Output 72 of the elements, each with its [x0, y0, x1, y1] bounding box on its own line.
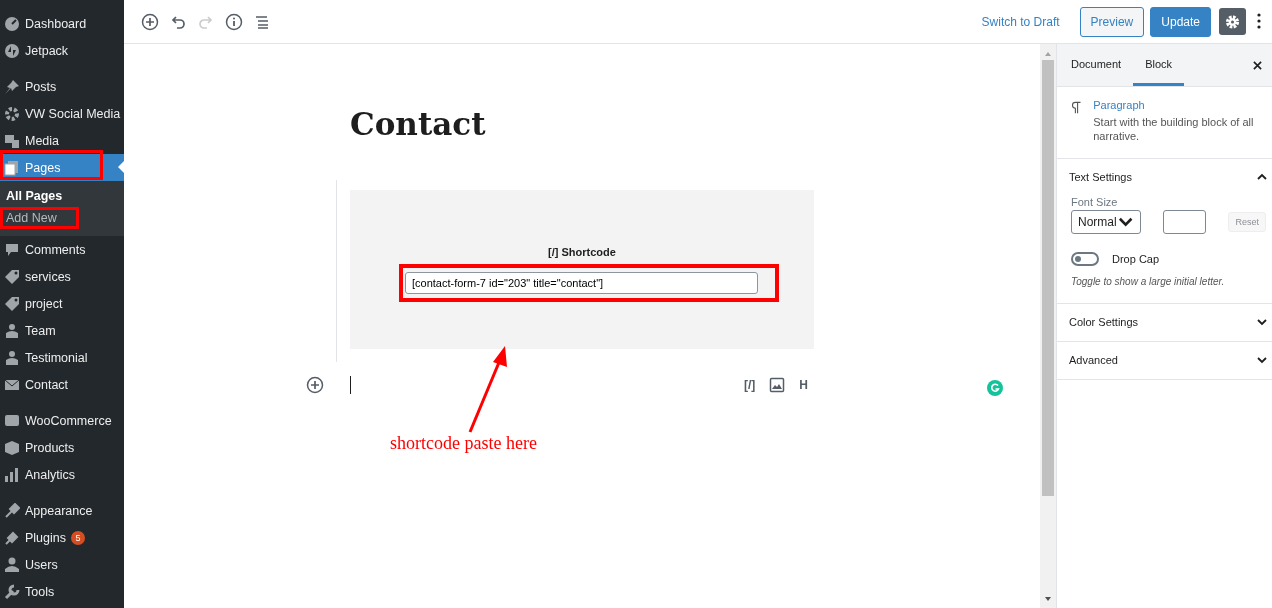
- page-title[interactable]: Contact: [350, 104, 814, 145]
- shortcode-field[interactable]: [contact-form-7 id="203" title="contact"]: [405, 272, 758, 295]
- sidebar-item[interactable]: Products: [0, 434, 124, 461]
- image-icon[interactable]: [769, 377, 786, 394]
- info-icon: [225, 12, 243, 31]
- paragraph-icon: [1071, 99, 1082, 116]
- sidebar-item[interactable]: WooCommerce: [0, 407, 124, 434]
- preview-button[interactable]: Preview: [1079, 6, 1145, 37]
- menu-icon: [4, 159, 20, 176]
- sidebar-item[interactable]: Media: [0, 127, 124, 154]
- panel-section-header[interactable]: Advanced: [1057, 341, 1272, 379]
- sidebar-item[interactable]: Comments: [0, 236, 124, 263]
- menu-icon: [4, 15, 20, 32]
- menu-icon: [4, 295, 20, 312]
- sidebar-item[interactable]: Jetpack: [0, 37, 124, 64]
- settings-button[interactable]: [1219, 8, 1246, 35]
- sidebar-item[interactable]: Testimonial: [0, 344, 124, 371]
- menu-icon: [4, 529, 20, 546]
- sidebar-item[interactable]: project: [0, 290, 124, 317]
- shortcode-block-button[interactable]: [/]: [744, 378, 756, 393]
- update-button[interactable]: Update: [1150, 6, 1211, 37]
- heading-block-button[interactable]: H: [799, 378, 808, 393]
- panel-section-header[interactable]: Text Settings: [1057, 158, 1272, 196]
- sidebar-item[interactable]: Analytics: [0, 461, 124, 488]
- sidebar-item[interactable]: Team: [0, 317, 124, 344]
- menu-icon: [4, 412, 20, 429]
- sidebar-item[interactable]: VW Social Media: [0, 100, 124, 127]
- font-size-select[interactable]: Normal: [1071, 209, 1141, 234]
- sidebar-item[interactable]: services: [0, 263, 124, 290]
- add-block-icon[interactable]: [306, 376, 324, 395]
- sidebar-item[interactable]: Appearance: [0, 497, 124, 524]
- menu-icon: [4, 241, 20, 258]
- menu-icon: [4, 132, 20, 149]
- menu-icon: [4, 78, 20, 95]
- add-icon: [141, 12, 159, 31]
- count-badge: 5: [71, 530, 85, 545]
- switch-to-draft-link[interactable]: Switch to Draft: [981, 14, 1060, 29]
- text-cursor: [350, 376, 351, 395]
- sidebar-item[interactable]: Plugins 5: [0, 524, 124, 551]
- menu-icon: [4, 466, 20, 483]
- sidebar-item[interactable]: Contact: [0, 371, 124, 398]
- menu-icon: [4, 322, 20, 339]
- panel-section-header[interactable]: Color Settings: [1057, 303, 1272, 341]
- sidebar-item[interactable]: Posts: [0, 73, 124, 100]
- annotation-text: shortcode paste here: [390, 433, 537, 454]
- menu-icon: [4, 556, 20, 573]
- menu-icon: [4, 105, 20, 122]
- menu-icon: [4, 583, 20, 600]
- help-text: Toggle to show a large initial letter.: [1071, 275, 1226, 287]
- submenu-item[interactable]: Add New: [0, 207, 124, 229]
- custom-size-field[interactable]: [1163, 209, 1206, 234]
- menu-icon: [4, 42, 20, 59]
- menu-icon: [4, 439, 20, 456]
- scrollbar[interactable]: [1040, 44, 1056, 608]
- toggle-label: Drop Cap: [1112, 252, 1160, 265]
- sidebar-item[interactable]: Tools: [0, 578, 124, 605]
- sidebar-tab[interactable]: Block: [1133, 44, 1185, 86]
- field-label: Font Size: [1071, 195, 1119, 208]
- close-icon: [1252, 60, 1262, 70]
- block-label: [/] Shortcode: [547, 246, 617, 261]
- menu-icon: [4, 349, 20, 366]
- menu-icon: [4, 268, 20, 285]
- sidebar-item[interactable]: Users: [0, 551, 124, 578]
- block-description: Start with the building block of all narrative.: [1093, 115, 1255, 144]
- toggle-switch[interactable]: [1071, 251, 1099, 266]
- menu-icon: [4, 502, 20, 519]
- sidebar-item[interactable]: Dashboard: [0, 10, 124, 37]
- grammar-check-icon[interactable]: [987, 380, 1003, 396]
- submenu-item[interactable]: All Pages: [0, 185, 124, 207]
- sidebar-tab[interactable]: Document: [1059, 44, 1134, 86]
- settings-icon: [1225, 13, 1240, 30]
- block-title: Paragraph: [1093, 99, 1146, 111]
